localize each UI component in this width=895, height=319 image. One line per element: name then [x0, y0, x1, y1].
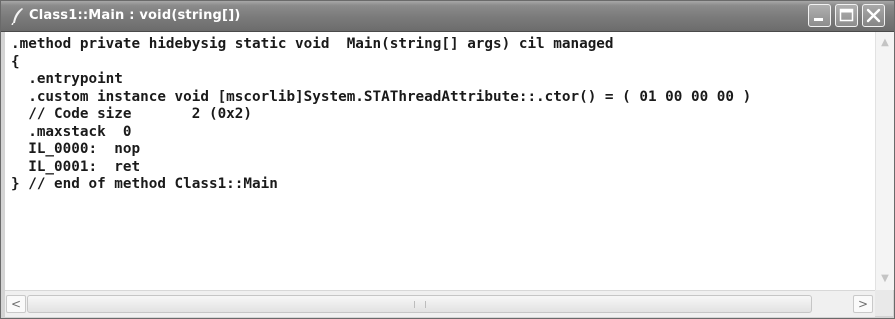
grip-icon [414, 301, 426, 308]
title-bar[interactable]: Class1::Main : void(string[]) [1, 1, 894, 32]
arrow-right-icon[interactable]: > [853, 295, 873, 313]
close-button[interactable] [862, 4, 885, 27]
code-line: { [11, 53, 20, 70]
window-title: Class1::Main : void(string[]) [29, 8, 241, 23]
code-line: IL_0001: ret [11, 158, 141, 175]
code-line: .entrypoint [11, 71, 123, 87]
arrow-left-icon[interactable]: < [6, 295, 26, 313]
code-line: IL_0000: nop [11, 141, 141, 157]
code-line: // Code size 2 (0x2) [11, 106, 253, 122]
close-icon [866, 8, 881, 23]
arrow-up-icon[interactable]: ▲ [876, 34, 894, 52]
code-view[interactable]: .method private hidebysig static void Ma… [5, 32, 875, 290]
maximize-button[interactable] [835, 4, 858, 27]
arrow-down-icon[interactable]: ▼ [876, 270, 894, 288]
quill-pen-icon [9, 7, 25, 26]
minimize-icon [814, 18, 823, 21]
horizontal-scrollbar[interactable]: < > [5, 290, 875, 317]
il-code-listing: .method private hidebysig static void Ma… [5, 32, 875, 194]
code-line: .custom instance void [mscorlib]System.S… [11, 88, 752, 105]
code-line: .method private hidebysig static void Ma… [11, 36, 614, 52]
ildasm-method-window: Class1::Main : void(string[]) .method pr… [0, 0, 895, 319]
minimize-button[interactable] [808, 4, 831, 27]
horizontal-scroll-thumb[interactable] [27, 295, 812, 313]
code-line: .maxstack 0 [11, 123, 132, 140]
size-grip [875, 290, 893, 316]
vertical-scrollbar[interactable]: ▲ ▼ [875, 32, 894, 290]
code-line: } // end of method Class1::Main [11, 176, 278, 192]
maximize-icon [839, 8, 854, 22]
